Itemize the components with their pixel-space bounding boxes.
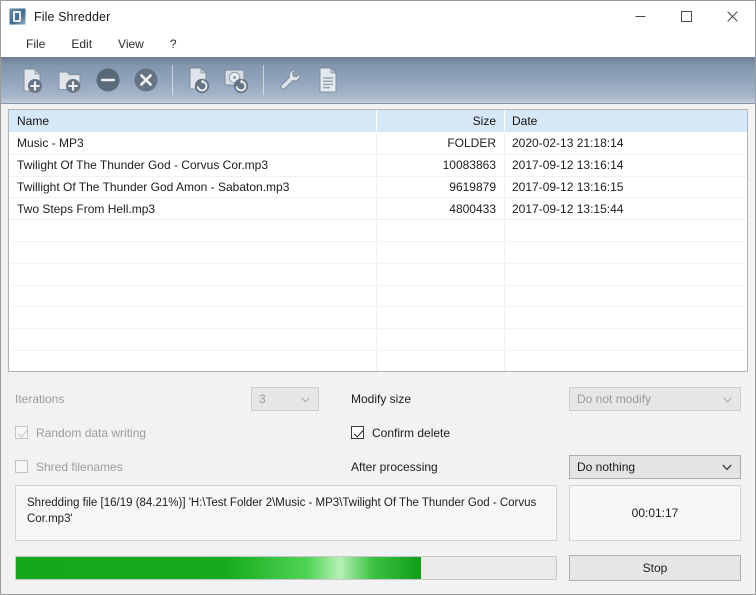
- shred-files-icon: [189, 67, 210, 94]
- cell-date: 2017-09-12 13:16:15: [512, 179, 624, 194]
- random-data-checkbox[interactable]: [15, 426, 28, 440]
- cell-name: Two Steps From Hell.mp3: [17, 201, 156, 216]
- shred-files-button[interactable]: [180, 61, 218, 99]
- after-processing-value: Do nothing: [577, 459, 636, 474]
- table-row-empty[interactable]: [9, 351, 747, 371]
- add-file-icon: [23, 68, 42, 93]
- maximize-button[interactable]: [663, 1, 709, 32]
- random-data-checkbox-row[interactable]: Random data writing: [15, 426, 251, 440]
- table-row-empty[interactable]: [9, 220, 747, 242]
- add-folder-button[interactable]: [51, 61, 89, 99]
- cell-size: 10083863: [442, 158, 496, 173]
- remove-all-icon: [134, 68, 158, 92]
- modify-size-select[interactable]: Do not modify: [569, 387, 741, 412]
- modify-size-value: Do not modify: [577, 392, 652, 407]
- iterations-select[interactable]: 3: [251, 387, 319, 412]
- remove-all-button[interactable]: [127, 61, 165, 99]
- add-file-button[interactable]: [13, 61, 51, 99]
- window-title: File Shredder: [34, 9, 111, 24]
- minimize-icon: [635, 16, 645, 17]
- table-row-empty[interactable]: [9, 264, 747, 286]
- menu-item-view[interactable]: View: [105, 34, 157, 55]
- confirm-delete-checkbox-row[interactable]: Confirm delete: [351, 426, 541, 440]
- shred-disk-icon: [224, 69, 249, 94]
- shred-filenames-label: Shred filenames: [36, 459, 123, 474]
- status-area: Shredding file [16/19 (84.21%)] 'H:\Test…: [1, 485, 755, 541]
- file-list-body[interactable]: Music - MP3 FOLDER 2020-02-13 21:18:14 T…: [9, 133, 747, 371]
- cell-name: Twillight Of The Thunder God Amon - Saba…: [17, 179, 290, 194]
- chevron-down-icon: [722, 460, 732, 474]
- settings-button[interactable]: [271, 61, 309, 99]
- minimize-button[interactable]: [617, 1, 663, 32]
- column-header-name[interactable]: Name: [9, 114, 376, 128]
- menu-item-file[interactable]: File: [13, 34, 58, 55]
- after-processing-label: After processing: [351, 459, 438, 474]
- table-row-empty[interactable]: [9, 307, 747, 330]
- confirm-delete-checkbox[interactable]: [351, 426, 364, 440]
- column-header-date[interactable]: Date: [504, 114, 747, 128]
- remove-item-button[interactable]: [89, 61, 127, 99]
- maximize-icon: [680, 11, 692, 22]
- shred-filenames-checkbox-row[interactable]: Shred filenames: [15, 460, 251, 474]
- cell-name: Music - MP3: [17, 136, 84, 151]
- close-button[interactable]: [709, 1, 755, 32]
- app-icon: [9, 8, 26, 25]
- shred-disk-button[interactable]: [218, 61, 256, 99]
- table-row-empty[interactable]: [9, 329, 747, 351]
- chevron-down-icon: [723, 392, 732, 406]
- chevron-down-icon: [301, 392, 310, 406]
- random-data-label: Random data writing: [36, 425, 147, 440]
- window-controls: [617, 1, 755, 32]
- cell-date: 2017-09-12 13:16:14: [512, 158, 624, 173]
- table-row[interactable]: Twilight Of The Thunder God - Corvus Cor…: [9, 155, 747, 177]
- elapsed-timer: 00:01:17: [569, 485, 741, 541]
- progress-bar: [15, 556, 557, 580]
- cell-name: Twilight Of The Thunder God - Corvus Cor…: [17, 158, 268, 173]
- cell-date: 2017-09-12 13:15:44: [512, 201, 624, 216]
- toolbar-separator-2: [263, 65, 264, 95]
- cell-size: FOLDER: [447, 136, 496, 151]
- table-row[interactable]: Twillight Of The Thunder God Amon - Saba…: [9, 177, 747, 199]
- add-folder-icon: [58, 71, 81, 93]
- iterations-value: 3: [259, 392, 266, 407]
- cell-date: 2020-02-13 21:18:14: [512, 136, 624, 151]
- after-processing-select[interactable]: Do nothing: [569, 454, 741, 479]
- options-panel: Iterations 3 Modify size Do not modify R…: [1, 371, 755, 483]
- shred-filenames-checkbox[interactable]: [15, 460, 28, 474]
- table-row[interactable]: Two Steps From Hell.mp3 4800433 2017-09-…: [9, 198, 747, 221]
- grid-line-2: [504, 133, 505, 371]
- cell-size: 9619879: [449, 179, 496, 194]
- file-list-header: Name Size Date: [9, 110, 747, 133]
- menu-bar: File Edit View ?: [1, 32, 755, 57]
- stop-button[interactable]: Stop: [569, 555, 741, 581]
- close-icon: [726, 11, 738, 22]
- column-header-size[interactable]: Size: [376, 114, 504, 128]
- column-divider-2[interactable]: [504, 110, 505, 132]
- report-button[interactable]: [309, 61, 347, 99]
- table-row[interactable]: Music - MP3 FOLDER 2020-02-13 21:18:14: [9, 133, 747, 155]
- iterations-label: Iterations: [15, 392, 65, 407]
- report-log-icon: [319, 67, 337, 93]
- settings-wrench-icon: [280, 69, 301, 90]
- remove-item-icon: [96, 68, 120, 92]
- toolbar: [1, 57, 755, 104]
- confirm-delete-label: Confirm delete: [372, 425, 451, 440]
- file-shredder-window: File Shredder File Edit View ? Name Size…: [0, 0, 756, 595]
- modify-size-label: Modify size: [351, 392, 412, 407]
- progress-area: Stop: [1, 541, 755, 594]
- cell-size: 4800433: [449, 201, 496, 216]
- status-message: Shredding file [16/19 (84.21%)] 'H:\Test…: [15, 485, 557, 541]
- toolbar-separator-1: [172, 65, 173, 95]
- column-divider-1[interactable]: [376, 110, 377, 132]
- table-row-empty[interactable]: [9, 286, 747, 308]
- progress-bar-fill: [16, 557, 421, 579]
- menu-item-help[interactable]: ?: [157, 34, 190, 55]
- table-row-empty[interactable]: [9, 242, 747, 264]
- title-bar: File Shredder: [1, 1, 755, 32]
- grid-line-1: [376, 133, 377, 371]
- menu-item-edit[interactable]: Edit: [58, 34, 105, 55]
- file-list[interactable]: Name Size Date Music - MP3 FOLDER 2020-0…: [8, 109, 748, 372]
